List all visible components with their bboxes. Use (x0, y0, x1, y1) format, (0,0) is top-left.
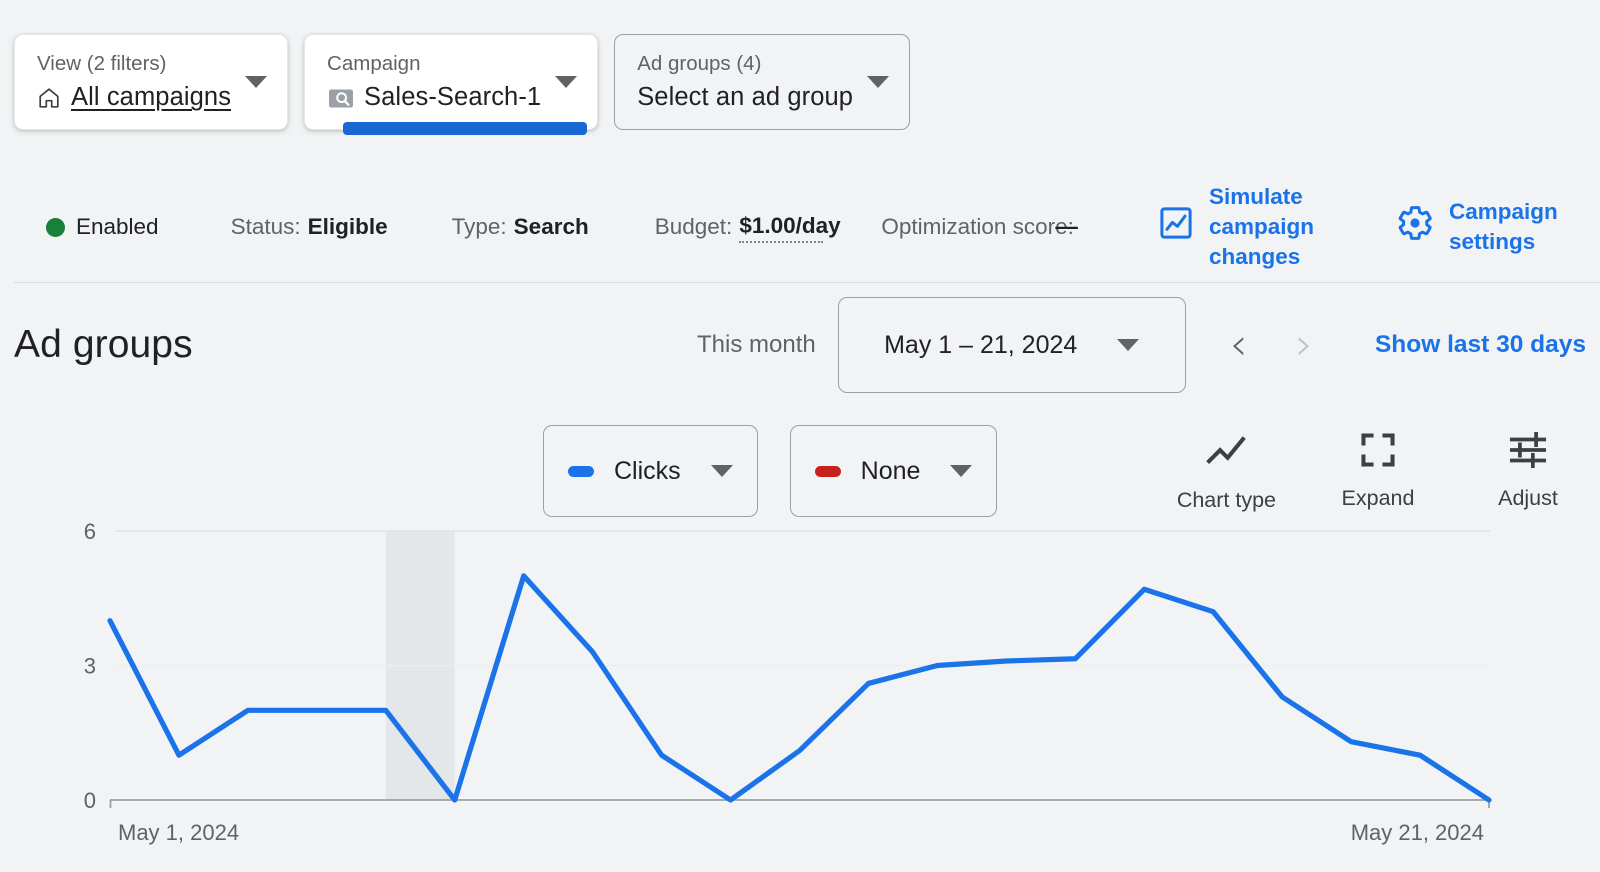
y-axis-tick-label: 0 (84, 788, 96, 813)
chevron-down-icon[interactable] (555, 76, 578, 88)
chevron-down-icon[interactable] (867, 76, 890, 88)
x-axis-end-label: May 21, 2024 (1351, 820, 1484, 845)
account-selector-bar: View (2 filters) All campaigns Campaign … (14, 34, 911, 135)
status-value: Eligible (307, 214, 388, 239)
adjust-button[interactable]: Adjust (1480, 429, 1576, 511)
status-optimization-score: Optimization score: — (881, 212, 1078, 242)
page-title: Ad groups (14, 323, 193, 366)
chart-tools: Chart type Expand Adjust (1177, 429, 1586, 513)
status-budget[interactable]: Budget: $1.00/day (654, 211, 841, 244)
status-type: Type: Search (452, 214, 589, 240)
metric-selector-secondary[interactable]: None (789, 425, 998, 517)
metric-primary-label: Clicks (614, 456, 681, 485)
chevron-down-icon (950, 465, 973, 477)
ad-group-selector-value: Select an ad group (637, 83, 854, 112)
type-value: Search (513, 214, 589, 239)
optimization-score-value: — (1055, 213, 1078, 239)
line-chart-icon (1204, 429, 1248, 478)
enabled-label: Enabled (76, 214, 159, 239)
date-range-value: May 1 – 21, 2024 (884, 330, 1078, 359)
chevron-down-icon (710, 465, 733, 477)
status-key: Status: (230, 214, 301, 239)
show-last-30-days-link[interactable]: Show last 30 days (1375, 331, 1586, 359)
view-selector[interactable]: View (2 filters) All campaigns (14, 34, 289, 130)
campaign-selector-label: Campaign (327, 51, 421, 75)
view-selector-label: View (2 filters) (37, 51, 167, 75)
ad-group-selector-value-row: Select an ad group (637, 82, 853, 114)
chart-type-label: Chart type (1176, 488, 1276, 512)
home-icon (37, 86, 61, 110)
chart-type-button[interactable]: Chart type (1177, 429, 1276, 513)
view-selector-value-row: All campaigns (37, 82, 231, 114)
budget-value[interactable]: $1.00/day (739, 211, 841, 244)
campaign-selector-active-indicator (343, 122, 588, 135)
tune-icon (1507, 429, 1549, 476)
campaign-selector-value-row: Sales-Search-1 (327, 82, 541, 114)
metric-selector-primary[interactable]: Clicks (543, 425, 758, 517)
adjust-label: Adjust (1498, 486, 1558, 510)
campaign-settings-label: Campaign settings (1449, 199, 1558, 254)
expand-icon (1357, 429, 1399, 476)
metric-color-swatch (814, 465, 841, 477)
campaign-status-strip: Enabled Status: Eligible Type: Search Bu… (0, 172, 1600, 282)
metric-secondary-label: None (860, 456, 921, 485)
expand-label: Expand (1341, 486, 1415, 510)
status-eligible: Status: Eligible (231, 214, 388, 240)
chevron-down-icon (1117, 339, 1140, 351)
date-range-preset-label: This month (697, 331, 816, 358)
chart-canvas[interactable]: 6 3 0 May 1, 2024 May 21, 2024 (0, 517, 1600, 872)
expand-button[interactable]: Expand (1330, 429, 1426, 511)
metric-color-swatch (568, 465, 594, 477)
campaign-selector-value: Sales-Search-1 (364, 83, 542, 112)
optimization-score-key: Optimization score: (881, 213, 1074, 239)
ad-groups-header: Ad groups This month May 1 – 21, 2024 ‹ … (14, 297, 1586, 393)
next-period-button: › (1295, 319, 1313, 370)
simulate-campaign-changes-label: Simulate campaign changes (1209, 184, 1315, 269)
chevron-down-icon[interactable] (245, 76, 268, 88)
clicks-series-line (107, 573, 1492, 803)
chart-box-icon (1158, 205, 1194, 249)
budget-key: Budget: (654, 214, 733, 239)
chart-toolbar: Clicks None Chart type Expand Adjust (14, 425, 1586, 517)
campaign-action-links: Simulate campaign changes Campaign setti… (1158, 182, 1586, 272)
type-key: Type: (451, 214, 507, 239)
campaign-search-icon (327, 86, 354, 110)
previous-period-button[interactable]: ‹ (1212, 323, 1266, 367)
campaign-enabled-status: Enabled (46, 214, 159, 240)
clicks-line-chart: 6 3 0 May 1, 2024 May 21, 2024 (0, 517, 1600, 872)
section-divider (14, 282, 1600, 283)
x-axis-start-label: May 1, 2024 (118, 820, 239, 845)
campaign-selector[interactable]: Campaign Sales-Search-1 (304, 34, 599, 135)
ad-group-selector-label: Ad groups (4) (637, 51, 762, 75)
y-axis-tick-label: 3 (84, 654, 96, 679)
status-dot-icon (46, 217, 65, 237)
simulate-campaign-changes-button[interactable]: Simulate campaign changes (1158, 182, 1348, 272)
campaign-settings-button[interactable]: Campaign settings (1396, 197, 1586, 257)
gear-icon (1396, 204, 1434, 250)
view-selector-value: All campaigns (71, 83, 232, 112)
chart-gridlines (115, 530, 1490, 667)
date-range-controls: This month May 1 – 21, 2024 ‹ › Show las… (697, 297, 1586, 393)
metric-selectors: Clicks None (543, 425, 998, 517)
date-range-picker[interactable]: May 1 – 21, 2024 (837, 297, 1186, 393)
y-axis-tick-label: 6 (84, 519, 96, 544)
ad-group-selector[interactable]: Ad groups (4) Select an ad group (614, 34, 911, 130)
